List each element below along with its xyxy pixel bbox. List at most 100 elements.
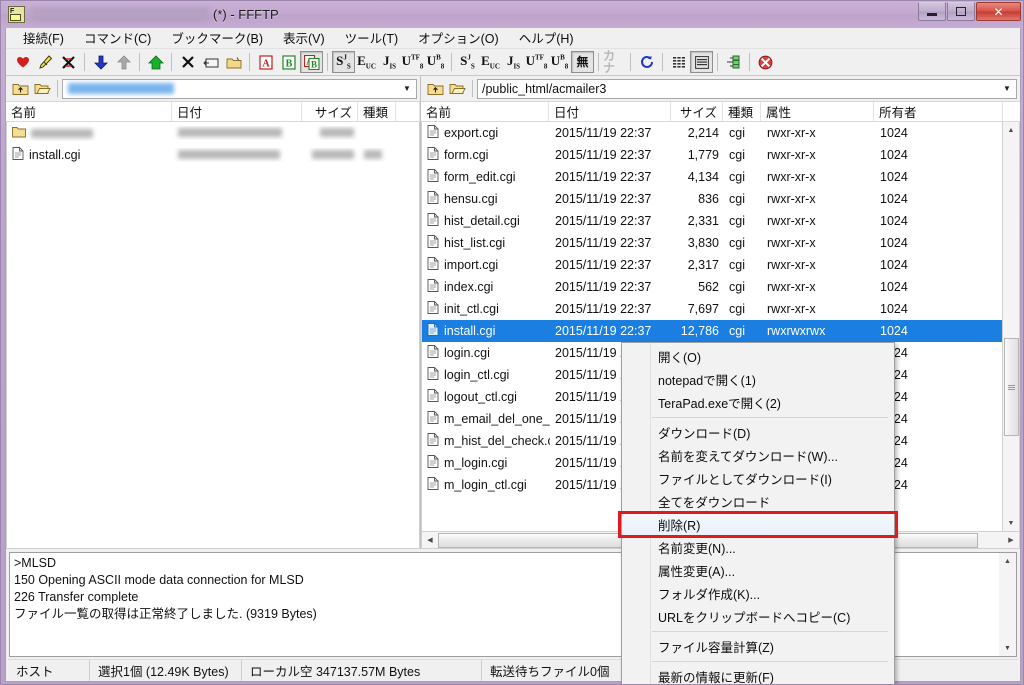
- sort-icon[interactable]: [722, 51, 745, 73]
- ctx-rename[interactable]: 名前変更(N)...: [622, 536, 894, 559]
- remote-change-folder-icon[interactable]: [446, 78, 468, 99]
- remote-header-size[interactable]: サイズ: [671, 102, 723, 121]
- table-row[interactable]: init_ctl.cgi 2015/11/19 22:37 7,697 cgi rwxr…: [422, 298, 1002, 320]
- local-up-folder-icon[interactable]: [9, 78, 31, 99]
- auto-mode-icon[interactable]: AB: [300, 51, 323, 73]
- log-scroll-down-icon[interactable]: ▼: [1000, 640, 1015, 656]
- ctx-copy-url[interactable]: URLをクリップボードへコピー(C): [622, 605, 894, 628]
- remote-header-attr[interactable]: 属性: [761, 102, 874, 121]
- host-kanji-none-icon[interactable]: 無: [571, 51, 594, 73]
- menu-bookmark[interactable]: ブックマーク(B): [161, 26, 273, 50]
- connect-icon[interactable]: [11, 51, 34, 73]
- ctx-open-terapad[interactable]: TeraPad.exeで開く(2): [622, 391, 894, 414]
- download-icon[interactable]: [89, 51, 112, 73]
- ctx-calc-size[interactable]: ファイル容量計算(Z): [622, 635, 894, 658]
- refresh-icon[interactable]: [635, 51, 658, 73]
- table-row[interactable]: hist_detail.cgi 2015/11/19 22:37 2,331 cgi r…: [422, 210, 1002, 232]
- kanji-euc-icon[interactable]: EUC: [355, 51, 378, 73]
- delete-icon[interactable]: [176, 51, 199, 73]
- remote-up-folder-icon[interactable]: [424, 78, 446, 99]
- kanji-shiftjis-icon[interactable]: SJS: [332, 51, 355, 73]
- scroll-left-icon[interactable]: ◀: [422, 533, 438, 548]
- kanji-utf8bom-icon[interactable]: UB8: [424, 51, 447, 73]
- scroll-thumb[interactable]: [1003, 338, 1019, 436]
- rename-icon[interactable]: [199, 51, 222, 73]
- remote-header-kind[interactable]: 種類: [723, 102, 761, 121]
- host-kanji-shiftjis-icon[interactable]: SJS: [456, 51, 479, 73]
- scroll-right-icon[interactable]: ▶: [1003, 533, 1019, 548]
- table-row[interactable]: [7, 122, 419, 144]
- table-row[interactable]: form_edit.cgi 2015/11/19 22:37 4,134 cgi rwx…: [422, 166, 1002, 188]
- host-kanji-utf8bom-icon[interactable]: UB8: [548, 51, 571, 73]
- local-rows-area[interactable]: install.cgi: [6, 122, 420, 549]
- remote-row-owner: 1024: [880, 324, 908, 338]
- table-row[interactable]: export.cgi 2015/11/19 22:37 2,214 cgi rwxr-x…: [422, 122, 1002, 144]
- table-row[interactable]: hensu.cgi 2015/11/19 22:37 836 cgi rwxr-xr-x…: [422, 188, 1002, 210]
- local-header-size[interactable]: サイズ: [302, 102, 358, 121]
- log-scroll-track[interactable]: [1000, 569, 1015, 640]
- local-header-name[interactable]: 名前: [6, 102, 172, 121]
- remote-header-date[interactable]: 日付: [549, 102, 671, 121]
- mkdir-icon[interactable]: [222, 51, 245, 73]
- ctx-open[interactable]: 開く(O): [622, 345, 894, 368]
- remote-row-date: 2015/11/19 22:37: [555, 324, 652, 338]
- scroll-track[interactable]: [1003, 138, 1019, 515]
- menu-tools[interactable]: ツール(T): [335, 26, 408, 50]
- table-row[interactable]: install.cgi 2015/11/19 22:37 12,786 cgi rwxr…: [422, 320, 1002, 342]
- close-button[interactable]: ✕: [976, 2, 1021, 21]
- table-row[interactable]: import.cgi 2015/11/19 22:37 2,317 cgi rwxr-x…: [422, 254, 1002, 276]
- remote-header-owner[interactable]: 所有者: [874, 102, 1003, 121]
- kanji-jis-icon[interactable]: JIS: [378, 51, 401, 73]
- log-scroll-up-icon[interactable]: ▲: [1000, 553, 1015, 569]
- ascii-mode-icon[interactable]: A: [254, 51, 277, 73]
- menu-options[interactable]: オプション(O): [408, 26, 509, 50]
- kana-convert-icon[interactable]: カナ: [603, 50, 626, 74]
- ctx-delete[interactable]: 削除(R): [622, 513, 894, 536]
- table-row[interactable]: install.cgi: [7, 144, 419, 166]
- local-header-blank[interactable]: [396, 102, 420, 121]
- menu-command[interactable]: コマンド(C): [74, 26, 161, 50]
- ctx-chmod[interactable]: 属性変更(A)...: [622, 559, 894, 582]
- quick-connect-icon[interactable]: [34, 51, 57, 73]
- ctx-open-notepad[interactable]: notepadで開く(1): [622, 368, 894, 391]
- local-header-kind[interactable]: 種類: [358, 102, 396, 121]
- ctx-refresh[interactable]: 最新の情報に更新(F): [622, 665, 894, 684]
- kanji-utf8n-icon[interactable]: UTF8: [401, 51, 424, 73]
- log-vertical-scrollbar[interactable]: ▲ ▼: [999, 553, 1016, 656]
- mirror-upload-icon[interactable]: [144, 51, 167, 73]
- menu-help[interactable]: ヘルプ(H): [509, 26, 584, 50]
- upload-icon[interactable]: [112, 51, 135, 73]
- file-context-menu[interactable]: 開く(O) notepadで開く(1) TeraPad.exeで開く(2) ダウンロー…: [618, 342, 898, 684]
- local-change-folder-icon[interactable]: [31, 78, 53, 99]
- scroll-up-icon[interactable]: ▲: [1004, 122, 1019, 138]
- maximize-button[interactable]: [947, 2, 975, 21]
- table-row[interactable]: form.cgi 2015/11/19 22:37 1,779 cgi rwxr-xr-…: [422, 144, 1002, 166]
- remote-path-chevron-down-icon[interactable]: ▼: [999, 81, 1015, 97]
- abort-icon[interactable]: [754, 51, 777, 73]
- disconnect-icon[interactable]: [57, 51, 80, 73]
- binary-mode-icon[interactable]: B: [277, 51, 300, 73]
- list-view-icon[interactable]: [667, 51, 690, 73]
- remote-path-input[interactable]: /public_html/acmailer3 ▼: [477, 78, 1017, 99]
- table-row[interactable]: index.cgi 2015/11/19 22:37 562 cgi rwxr-xr-x…: [422, 276, 1002, 298]
- table-row[interactable]: hist_list.cgi 2015/11/19 22:37 3,830 cgi rwx…: [422, 232, 1002, 254]
- ctx-download-as-file[interactable]: ファイルとしてダウンロード(I): [622, 467, 894, 490]
- ctx-download[interactable]: ダウンロード(D): [622, 421, 894, 444]
- minimize-button[interactable]: [918, 2, 946, 21]
- detail-view-icon[interactable]: [690, 51, 713, 73]
- local-path-chevron-down-icon[interactable]: ▼: [399, 81, 415, 97]
- host-kanji-euc-icon[interactable]: EUC: [479, 51, 502, 73]
- local-path-input[interactable]: ▼: [62, 78, 417, 99]
- ctx-download-as[interactable]: 名前を変えてダウンロード(W)...: [622, 444, 894, 467]
- ctx-mkdir[interactable]: フォルダ作成(K)...: [622, 582, 894, 605]
- remote-header-name[interactable]: 名前: [421, 102, 549, 121]
- ctx-download-all[interactable]: 全てをダウンロード: [622, 490, 894, 513]
- remote-row-date: 2015/11/19 22:37: [555, 258, 652, 272]
- menu-view[interactable]: 表示(V): [273, 26, 335, 50]
- local-header-date[interactable]: 日付: [172, 102, 302, 121]
- scroll-down-icon[interactable]: ▼: [1004, 515, 1019, 531]
- host-kanji-jis-icon[interactable]: JIS: [502, 51, 525, 73]
- remote-vertical-scrollbar[interactable]: ▲ ▼: [1003, 122, 1020, 532]
- menu-connect[interactable]: 接続(F): [13, 26, 74, 50]
- host-kanji-utf8n-icon[interactable]: UTF8: [525, 51, 548, 73]
